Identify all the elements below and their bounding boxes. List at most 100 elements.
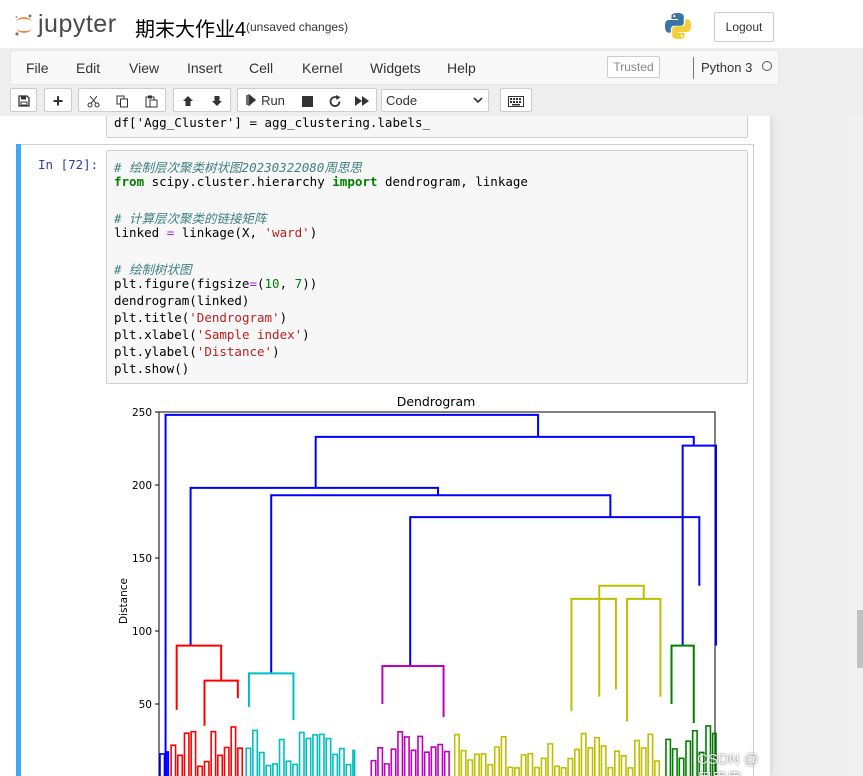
command-palette-button[interactable] xyxy=(500,88,532,112)
dendrogram-leaf-branch xyxy=(665,738,672,776)
menu-view[interactable]: View xyxy=(129,60,159,76)
dendrogram-leaf-branch xyxy=(607,766,614,776)
autosave-status: (unsaved changes) xyxy=(246,20,349,34)
restart-icon[interactable] xyxy=(323,89,347,113)
dendrogram-leaf-branch xyxy=(423,751,430,776)
dendrogram-leaf-branch xyxy=(467,759,474,776)
y-tick-label: 250 xyxy=(132,407,152,419)
arrow-up-icon[interactable] xyxy=(176,89,200,113)
dendrogram-leaf-branch xyxy=(278,738,285,776)
dendrogram-leaf-branch xyxy=(547,743,554,776)
dendrogram-leaf-branch xyxy=(332,753,339,776)
notebook-container: df['Agg_Cluster'] = agg_clustering.label… xyxy=(0,116,770,776)
prev-cell-code-line: df['Agg_Cluster'] = agg_clustering.label… xyxy=(114,116,431,130)
y-axis-label: Distance xyxy=(118,578,130,624)
dendrogram-leaf-branch xyxy=(473,753,480,776)
dendrogram-leaf-branch xyxy=(620,754,627,776)
jupyter-logo-text: jupyter xyxy=(38,10,117,38)
dendrogram-plot: Dendrogram Distance 50 100 150 200 250 xyxy=(118,394,717,776)
code-line: from scipy.cluster.hierarchy import dend… xyxy=(114,174,528,189)
jupyter-logo[interactable]: jupyter xyxy=(14,10,117,39)
y-tick-label: 200 xyxy=(132,480,152,492)
menu-edit[interactable]: Edit xyxy=(76,60,100,76)
clipboard-group xyxy=(78,88,166,112)
code-line: dendrogram(linked) xyxy=(114,293,250,308)
save-icon xyxy=(12,89,36,113)
kernel-idle-icon xyxy=(762,61,772,71)
save-button[interactable] xyxy=(10,88,37,112)
dendrogram-link xyxy=(164,413,540,776)
dendrogram-leaf-branch xyxy=(292,763,299,776)
code-cell-input[interactable]: # 绘制层次聚类树状图20230322080周思思 from scipy.clu… xyxy=(106,150,748,384)
watermark-text: CSDN @周思思22080 xyxy=(697,751,759,776)
scrollbar[interactable] xyxy=(848,116,863,776)
cell-type-select[interactable]: Code xyxy=(381,89,489,112)
dendrogram-link xyxy=(598,584,645,697)
fast-forward-icon[interactable] xyxy=(350,89,374,113)
dendrogram-leaf-branch xyxy=(325,737,332,776)
dendrogram-leaf-branch xyxy=(245,747,252,776)
notebook-name[interactable]: 期末大作业4 xyxy=(135,13,246,42)
menubar: File Edit View Insert Cell Kernel Widget… xyxy=(10,50,779,85)
menu-file[interactable]: File xyxy=(26,60,49,76)
run-icon xyxy=(246,94,257,106)
copy-icon[interactable] xyxy=(110,89,134,113)
dendrogram-leaf-branch xyxy=(338,747,345,776)
code-token: = xyxy=(166,225,175,240)
menu-cell[interactable]: Cell xyxy=(249,60,273,76)
run-button[interactable]: Run xyxy=(238,89,293,111)
menu-kernel[interactable]: Kernel xyxy=(302,60,342,76)
dendrogram-leaf-branch xyxy=(678,757,685,776)
dendrogram-link xyxy=(381,665,445,718)
dendrogram-link xyxy=(570,597,617,712)
code-token: 'Sample index' xyxy=(196,327,303,342)
dendrogram-leaf-branch xyxy=(230,726,237,776)
dendrogram-leaf-branch xyxy=(513,767,520,776)
dendrogram-leaf-branch xyxy=(443,750,450,776)
y-tick-label: 50 xyxy=(139,699,152,711)
dendrogram-link xyxy=(247,672,295,721)
trusted-indicator[interactable]: Trusted xyxy=(607,56,660,78)
scrollbar-thumb[interactable] xyxy=(857,610,863,668)
notebook-site[interactable]: df['Agg_Cluster'] = agg_clustering.label… xyxy=(0,116,863,776)
y-tick-label: 150 xyxy=(132,553,152,565)
y-tick-label: 100 xyxy=(132,626,152,638)
dendrogram-leaf-branch xyxy=(285,760,292,776)
cut-icon[interactable] xyxy=(81,89,105,113)
dendrogram-leaf-branch xyxy=(170,744,177,776)
dendrogram-leaf-branch xyxy=(390,748,397,776)
dendrogram-leaf-branch xyxy=(627,767,634,776)
dendrogram-link xyxy=(203,679,239,726)
code-line: plt.xlabel('Sample index') xyxy=(114,327,310,342)
dendrogram-leaf-branch xyxy=(437,743,444,776)
prev-cell-input[interactable]: df['Agg_Cluster'] = agg_clustering.label… xyxy=(106,116,748,138)
logout-button[interactable]: Logout xyxy=(714,12,774,42)
dendrogram-link xyxy=(175,644,223,710)
dendrogram-leaf-branch xyxy=(600,745,607,776)
dendrogram-leaf-branch xyxy=(527,752,534,776)
dendrogram-leaf-branch xyxy=(567,757,574,776)
menu-help[interactable]: Help xyxy=(447,60,476,76)
stop-icon[interactable] xyxy=(295,89,319,113)
code-token: 'Distance' xyxy=(196,344,273,359)
dendrogram-leaf-branch xyxy=(352,749,356,776)
paste-icon[interactable] xyxy=(139,89,163,113)
dendrogram-leaf-branch xyxy=(159,753,166,776)
dendrogram-leaf-branch xyxy=(223,746,230,776)
menu-widgets[interactable]: Widgets xyxy=(370,60,421,76)
dendrogram-leaf-branch xyxy=(540,757,547,776)
menu-insert[interactable]: Insert xyxy=(187,60,222,76)
arrow-down-icon[interactable] xyxy=(205,89,229,113)
insert-cell-button[interactable]: + xyxy=(44,88,72,112)
dendrogram-link xyxy=(270,494,612,674)
dendrogram-leaf-branch xyxy=(480,753,487,776)
dendrogram-leaf-branch xyxy=(634,739,641,776)
dendrogram-leaf-branch xyxy=(298,731,305,776)
dendrogram-leaf-branch xyxy=(203,760,210,776)
dendrogram-leaf-branch xyxy=(533,766,540,776)
dendrogram-leaf-branch xyxy=(487,763,494,776)
dendrogram-leaf-branch xyxy=(318,733,325,776)
dendrogram-leaf-branch xyxy=(493,746,500,776)
dendrogram-link xyxy=(189,486,439,646)
dendrogram-link xyxy=(670,644,695,723)
